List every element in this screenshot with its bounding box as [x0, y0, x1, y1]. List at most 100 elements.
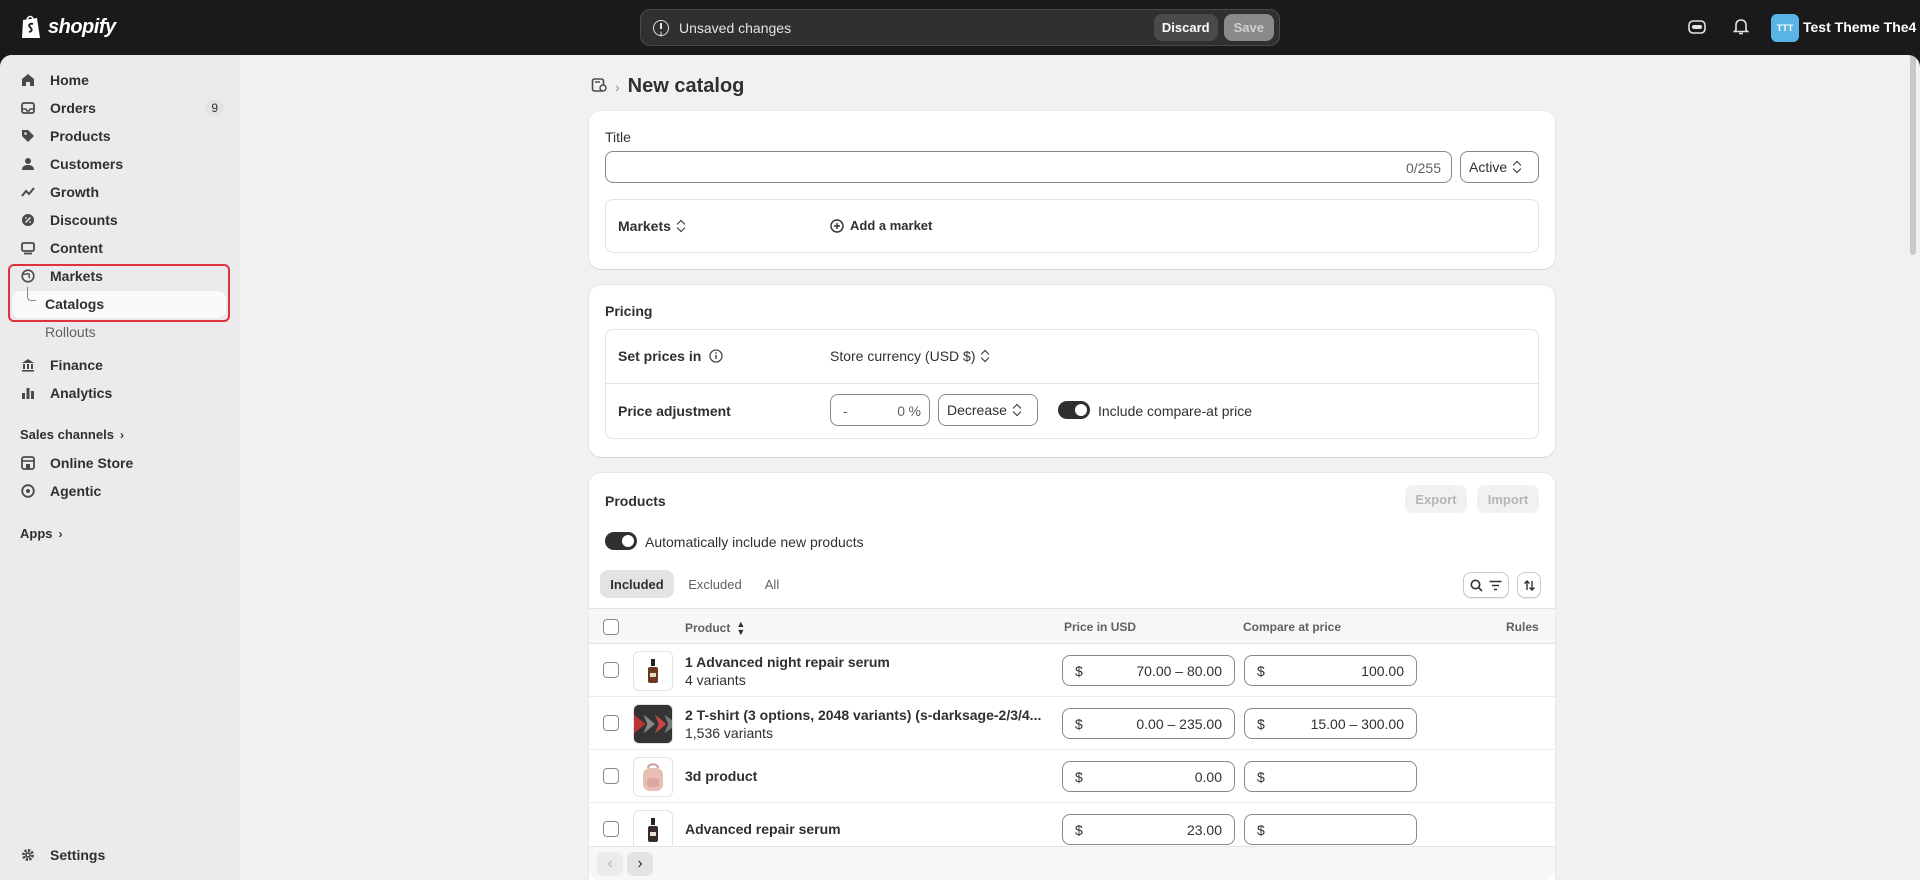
store-name[interactable]: Test Theme The4	[1803, 19, 1916, 35]
sidebar-item-discounts[interactable]: Discounts	[12, 207, 230, 233]
select-all-checkbox[interactable]	[603, 619, 619, 635]
shopify-logo[interactable]: shopify	[20, 14, 116, 40]
discount-icon	[20, 212, 36, 228]
tab-all[interactable]: All	[754, 570, 790, 598]
serum-bottle-icon	[648, 818, 658, 842]
product-column-header[interactable]: Product ▲ ▼	[685, 620, 745, 637]
store-avatar[interactable]: TTT	[1771, 14, 1799, 42]
currency-symbol: $	[1075, 663, 1083, 679]
sidebar-item-content[interactable]: Content	[12, 235, 230, 261]
sidebar-item-rollouts[interactable]: Rollouts	[45, 324, 96, 340]
previous-page-button[interactable]: ‹	[597, 852, 623, 876]
price-input[interactable]: $ 70.00 – 80.00	[1062, 655, 1235, 686]
currency-select[interactable]: Store currency (USD $)	[830, 348, 989, 364]
compare-at-input[interactable]: $	[1244, 814, 1417, 845]
product-name[interactable]: 3d product	[685, 768, 757, 784]
currency-symbol: $	[1257, 663, 1265, 679]
add-market-button[interactable]: Add a market	[830, 218, 932, 233]
orders-icon	[20, 100, 36, 116]
currency-select-value: Store currency (USD $)	[830, 348, 976, 364]
sidebar-item-label: Agentic	[50, 483, 102, 499]
import-button[interactable]: Import	[1477, 485, 1539, 513]
title-card: Title 0/255 Active Markets Add a market	[589, 111, 1555, 269]
adjustment-direction-select[interactable]: Decrease	[938, 394, 1038, 426]
gear-icon	[20, 847, 36, 863]
chevron-right-icon: ›	[637, 855, 643, 872]
sidebar-item-orders[interactable]: Orders 9	[12, 95, 230, 121]
info-icon[interactable]	[709, 349, 723, 363]
product-name[interactable]: 2 T-shirt (3 options, 2048 variants) (s-…	[685, 707, 1041, 723]
sidebar-item-settings[interactable]: Settings	[12, 842, 230, 868]
tag-icon	[20, 128, 36, 144]
tab-excluded[interactable]: Excluded	[681, 570, 749, 598]
price-input[interactable]: $ 0.00 – 235.00	[1062, 708, 1235, 739]
pagination-bar: ‹ ›	[589, 846, 1555, 880]
sidebar-item-agentic[interactable]: Agentic	[12, 478, 230, 504]
table-row[interactable]: 3d product $ 0.00 $	[589, 750, 1555, 803]
sidebar-item-online-store[interactable]: Online Store	[12, 450, 230, 476]
export-button[interactable]: Export	[1405, 485, 1467, 513]
price-value: 23.00	[1186, 822, 1222, 838]
product-thumbnail	[633, 810, 673, 850]
next-page-button[interactable]: ›	[627, 852, 653, 876]
row-checkbox[interactable]	[603, 768, 619, 784]
products-heading: Products	[605, 493, 666, 509]
product-variants: 4 variants	[685, 672, 746, 688]
select-arrows-icon	[981, 350, 989, 362]
adjustment-percent-input[interactable]: - 0 %	[830, 394, 930, 426]
product-column-label: Product	[685, 621, 731, 635]
sidebar-item-products[interactable]: Products	[12, 123, 230, 149]
markets-sort-button[interactable]: Markets	[618, 218, 685, 234]
sidebar: Home Orders 9 Products Customers Growth …	[0, 55, 240, 880]
row-checkbox[interactable]	[603, 821, 619, 837]
growth-icon	[20, 184, 36, 200]
discard-button[interactable]: Discard	[1153, 14, 1218, 41]
sidebar-item-finance[interactable]: Finance	[12, 352, 230, 378]
row-checkbox[interactable]	[603, 715, 619, 731]
table-row[interactable]: 2 T-shirt (3 options, 2048 variants) (s-…	[589, 697, 1555, 750]
apps-header[interactable]: Apps ›	[20, 526, 63, 541]
compare-at-input[interactable]: $ 15.00 – 300.00	[1244, 708, 1417, 739]
tshirt-pattern-icon	[634, 705, 672, 743]
breadcrumb-chevron-icon: ›	[615, 78, 620, 95]
sidebar-item-growth[interactable]: Growth	[12, 179, 230, 205]
save-button[interactable]: Save	[1223, 14, 1274, 41]
sidebar-item-customers[interactable]: Customers	[12, 151, 230, 177]
select-arrows-icon	[677, 220, 685, 232]
app-frame: Home Orders 9 Products Customers Growth …	[0, 55, 1920, 880]
sidebar-item-analytics[interactable]: Analytics	[12, 380, 230, 406]
auto-include-toggle[interactable]	[605, 532, 637, 550]
compare-at-toggle[interactable]	[1058, 401, 1090, 419]
catalog-icon[interactable]	[591, 77, 607, 96]
search-filter-button[interactable]	[1463, 572, 1509, 598]
chevron-left-icon: ‹	[607, 855, 613, 872]
price-input[interactable]: $ 0.00	[1062, 761, 1235, 792]
chevron-right-icon: ›	[58, 526, 63, 541]
title-char-count: 0/255	[1405, 160, 1441, 176]
bell-icon[interactable]	[1730, 16, 1752, 38]
alert-icon	[653, 19, 669, 36]
sort-button[interactable]	[1517, 572, 1541, 598]
sidebar-item-home[interactable]: Home	[12, 67, 230, 93]
tab-included[interactable]: Included	[600, 570, 674, 598]
currency-symbol: $	[1075, 716, 1083, 732]
shopify-bag-icon	[22, 15, 40, 38]
sales-channels-header[interactable]: Sales channels ›	[20, 427, 124, 442]
row-checkbox[interactable]	[603, 662, 619, 678]
currency-symbol: $	[1075, 769, 1083, 785]
sidebar-item-label: Orders	[50, 100, 96, 116]
product-name[interactable]: 1 Advanced night repair serum	[685, 654, 890, 670]
title-input[interactable]: 0/255	[605, 151, 1452, 183]
price-input[interactable]: $ 23.00	[1062, 814, 1235, 845]
page-scrollbar[interactable]	[1910, 55, 1916, 255]
currency-symbol: $	[1075, 822, 1083, 838]
status-select[interactable]: Active	[1460, 151, 1539, 183]
product-name[interactable]: Advanced repair serum	[685, 821, 841, 837]
divider	[606, 383, 1538, 384]
table-row[interactable]: 1 Advanced night repair serum 4 variants…	[589, 644, 1555, 697]
compare-at-input[interactable]: $	[1244, 761, 1417, 792]
sidekick-icon[interactable]	[1686, 16, 1708, 38]
markets-row: Markets Add a market	[605, 199, 1539, 253]
apps-label: Apps	[20, 526, 53, 541]
compare-at-input[interactable]: $ 100.00	[1244, 655, 1417, 686]
